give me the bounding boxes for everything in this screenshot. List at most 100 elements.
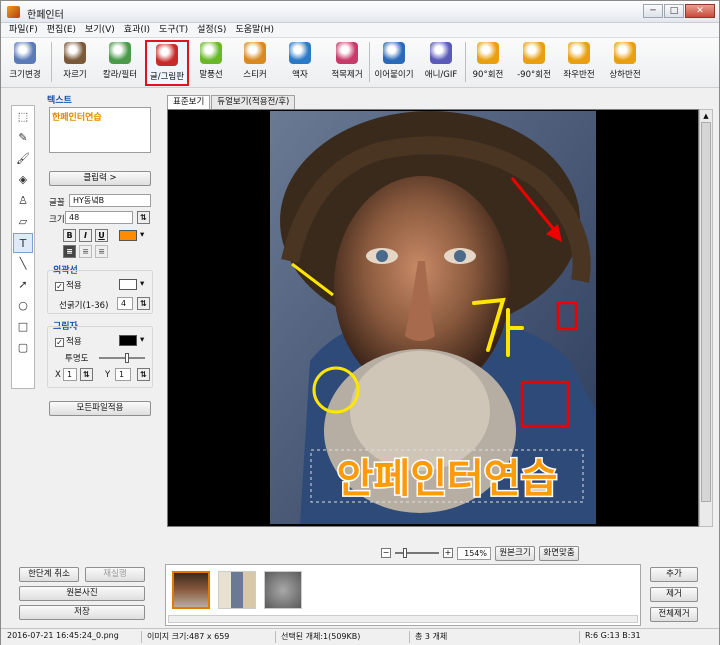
original-size-button[interactable]: 원본크기 [495,545,535,561]
tab-0[interactable]: 표준보기 [167,95,211,109]
scroll-up-icon[interactable]: ▲ [700,110,712,122]
thickness-input[interactable]: 4 [117,297,133,310]
maximize-button[interactable]: □ [664,4,684,18]
close-button[interactable]: ✕ [685,4,715,18]
fill-tool-icon[interactable]: ◈ [13,170,33,190]
zoom-in-button[interactable]: + [443,548,453,558]
zoom-slider[interactable] [395,548,439,558]
toolbar-button-0[interactable]: 크기변경 [3,40,47,86]
x-input[interactable]: 1 [63,368,77,381]
circle-tool-icon[interactable]: ○ [13,296,33,316]
toolbar-button-6[interactable]: 액자 [281,40,319,86]
status-image-size: 이미지 크기:487 x 659 [147,632,230,641]
menu-item-6[interactable]: 도움말(H) [235,23,274,37]
font-select[interactable]: HY동녘B [69,194,151,207]
underline-button[interactable]: U [95,229,108,242]
toolbar-button-13[interactable]: 상하반전 [603,40,647,86]
sticker-icon [244,42,266,64]
y-stepper-icon[interactable]: ⇅ [137,368,150,381]
overlay-text-annotation[interactable]: 안페인터연습 [335,455,559,504]
zoom-slider-knob[interactable] [403,548,407,558]
original-photo-button[interactable]: 원본사진 [19,586,145,601]
remove-button[interactable]: 제거 [650,587,698,602]
tab-1[interactable]: 듀얼보기(적용전/후) [211,95,296,109]
size-input[interactable]: 48 [65,211,133,224]
align-center-icon[interactable]: ≡ [79,245,92,258]
toolbar-button-1[interactable]: 자르기 [55,40,95,86]
rect-tool-icon[interactable]: □ [13,317,33,337]
text-tool-icon[interactable]: T [13,233,33,253]
resize-icon [14,42,36,64]
toolbar-button-12[interactable]: 좌우반전 [557,40,601,86]
bold-button[interactable]: B [63,229,76,242]
text-input[interactable]: 한페인터연습 [49,107,151,153]
brush-tool-icon[interactable]: 🖌 [13,149,33,169]
shadow-color-swatch[interactable] [119,335,137,346]
font-label: 글꼴 [49,198,65,208]
menu-item-5[interactable]: 설정(S) [197,23,226,37]
vertical-scrollbar[interactable]: ▲ [699,109,713,527]
y-input[interactable]: 1 [115,368,131,381]
menu-item-2[interactable]: 보기(V) [85,23,115,37]
clip-input-button[interactable]: 클립력 > [49,171,151,186]
arrow-tool-icon[interactable]: ➚ [13,275,33,295]
toolbar-label: 상하반전 [609,70,641,80]
flip-v-icon [614,42,636,64]
text-color-dropdown-icon[interactable]: ▾ [140,230,144,240]
outline-color-swatch[interactable] [119,279,137,290]
outline-apply-checkbox[interactable]: ✓ 적용 [55,279,82,291]
thumb-scrollbar[interactable] [168,615,638,623]
scroll-thumb[interactable] [701,122,711,502]
toolbar-button-7[interactable]: 적목제거 [325,40,369,86]
minimize-button[interactable]: ─ [643,4,663,18]
toolbar-button-8[interactable]: 이어붙이기 [371,40,417,86]
thumbnail-2[interactable] [218,571,256,609]
fit-screen-button[interactable]: 화면맞춤 [539,545,579,561]
eraser-tool-icon[interactable]: ▱ [13,212,33,232]
shadow-color-dropdown-icon[interactable]: ▾ [140,335,144,345]
pencil-tool-icon[interactable]: ✎ [13,128,33,148]
menu-item-4[interactable]: 도구(T) [159,23,188,37]
thickness-stepper-icon[interactable]: ⇅ [137,297,150,310]
toolbar-button-2[interactable]: 칼라/필터 [99,40,141,86]
menu-item-3[interactable]: 효과(I) [124,23,150,37]
add-button[interactable]: 추가 [650,567,698,582]
status-total: 총 3 개체 [415,632,448,641]
red-small-rect-annotation [556,301,578,331]
stamp-tool-icon[interactable]: ♙ [13,191,33,211]
shadow-apply-checkbox[interactable]: ✓ 적용 [55,335,82,347]
align-left-icon[interactable]: ≡ [63,245,76,258]
toolbar-button-11[interactable]: -90°회전 [513,40,555,86]
outline-color-dropdown-icon[interactable]: ▾ [140,279,144,289]
toolbar-button-5[interactable]: 스티커 [235,40,275,86]
toolbar-label: 글/그림판 [149,72,185,82]
toolbar-label: 크기변경 [9,70,41,80]
toolbar-button-10[interactable]: 90°회전 [469,40,507,86]
italic-button[interactable]: I [79,229,92,242]
undo-button[interactable]: 한단계 취소 [19,567,79,582]
redo-button[interactable]: 재실행 [85,567,145,582]
apply-all-files-button[interactable]: 모든파일적용 [49,401,151,416]
opacity-slider-knob[interactable] [125,353,129,363]
save-button[interactable]: 저장 [19,605,145,620]
toolbar-button-4[interactable]: 말풍선 [191,40,231,86]
toolbar-label: 스티커 [243,70,267,80]
color-filter-icon [109,42,131,64]
toolbar-button-9[interactable]: 애니/GIF [419,40,463,86]
image-canvas[interactable]: 안페인터연습 [167,109,699,527]
remove-all-button[interactable]: 전체제거 [650,607,698,622]
thumbnail-1[interactable] [172,571,210,609]
line-tool-icon[interactable]: ╲ [13,254,33,274]
zoom-out-button[interactable]: − [381,548,391,558]
thumbnail-3[interactable] [264,571,302,609]
size-stepper-icon[interactable]: ⇅ [137,211,150,224]
select-tool-icon[interactable]: ⬚ [13,107,33,127]
opacity-slider[interactable] [99,353,145,363]
menu-item-1[interactable]: 편집(E) [47,23,76,37]
toolbar-button-3[interactable]: 글/그림판 [145,40,189,86]
menu-item-0[interactable]: 파일(F) [9,23,38,37]
rounded-rect-tool-icon[interactable]: ▢ [13,338,33,358]
x-stepper-icon[interactable]: ⇅ [80,368,93,381]
text-color-swatch[interactable] [119,230,137,241]
align-right-icon[interactable]: ≡ [95,245,108,258]
